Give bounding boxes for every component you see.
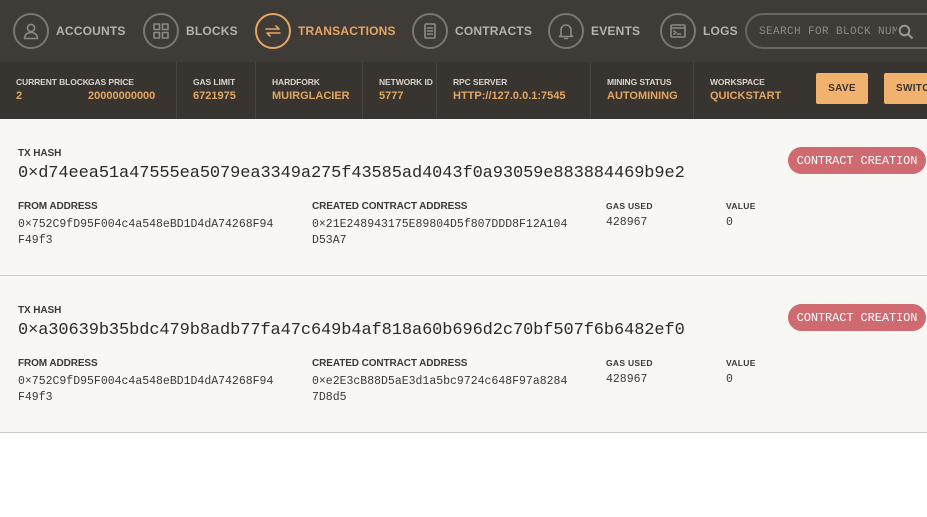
blocks-grid-icon xyxy=(143,13,179,49)
stat-hardfork-label: HARDFORK xyxy=(272,77,320,87)
document-icon xyxy=(412,13,448,49)
transaction-row[interactable]: TX HASH 0×d74eea51a47555ea5079ea3349a275… xyxy=(0,119,927,276)
nav-accounts-label: ACCOUNTS xyxy=(56,24,126,38)
divider xyxy=(176,62,177,119)
bell-icon xyxy=(548,13,584,49)
contract-creation-badge: CONTRACT CREATION xyxy=(788,147,926,174)
nav-contracts-label: CONTRACTS xyxy=(455,24,533,38)
stat-mining-status-label: MINING STATUS xyxy=(607,77,672,87)
divider xyxy=(436,62,437,119)
nav-transactions-label: TRANSACTIONS xyxy=(298,24,396,38)
value-label: VALUE xyxy=(726,358,756,368)
divider xyxy=(362,62,363,119)
created-contract-address-value: 0×21E248943175E89804D5f807DDD8F12A104 D5… xyxy=(312,218,568,247)
divider xyxy=(590,62,591,119)
stat-rpc-server: RPC SERVER HTTP://127.0.0.1:7545 xyxy=(453,77,566,117)
stat-hardfork-value: MUIRGLACIER xyxy=(272,90,350,102)
nav-logs[interactable]: LOGS xyxy=(660,13,738,49)
stat-gas-limit-value: 6721975 xyxy=(193,90,236,102)
divider xyxy=(255,62,256,119)
status-bar: CURRENT BLOCK 2 GAS PRICE 20000000000 GA… xyxy=(0,62,927,119)
stat-gas-price-label: GAS PRICE xyxy=(88,77,134,87)
created-contract-address-label: CREATED CONTRACT ADDRESS xyxy=(312,358,468,369)
search-input[interactable] xyxy=(759,23,897,40)
nav-blocks-label: BLOCKS xyxy=(186,24,238,38)
created-contract-address-value: 0×e2E3cB88D5aE3d1a5bc9724c648F97a8284 7D… xyxy=(312,375,568,404)
stat-network-id: NETWORK ID 5777 xyxy=(379,77,433,117)
nav-transactions[interactable]: TRANSACTIONS xyxy=(255,13,396,49)
divider xyxy=(693,62,694,119)
gas-used-value: 428967 xyxy=(606,373,648,386)
stat-workspace-value: QUICKSTART xyxy=(710,90,782,102)
nav-events-label: EVENTS xyxy=(591,24,641,38)
stat-workspace: WORKSPACE QUICKSTART xyxy=(710,77,781,117)
stat-mining-status: MINING STATUS AUTOMINING xyxy=(607,77,678,117)
stat-hardfork: HARDFORK MUIRGLACIER xyxy=(272,77,350,117)
from-address-label: FROM ADDRESS xyxy=(18,358,98,369)
nav-events[interactable]: EVENTS xyxy=(548,13,640,49)
stat-current-block-value: 2 xyxy=(16,90,23,102)
stat-workspace-label: WORKSPACE xyxy=(710,77,765,87)
from-address-label: FROM ADDRESS xyxy=(18,201,98,212)
stat-gas-price-value: 20000000000 xyxy=(88,90,156,102)
search-icon[interactable] xyxy=(898,24,914,40)
created-contract-address-label: CREATED CONTRACT ADDRESS xyxy=(312,201,468,212)
nav-blocks[interactable]: BLOCKS xyxy=(143,13,238,49)
gas-used-value: 428967 xyxy=(606,216,648,229)
stat-network-id-value: 5777 xyxy=(379,90,404,102)
nav-contracts[interactable]: CONTRACTS xyxy=(412,13,532,49)
transfer-arrows-icon xyxy=(255,13,291,49)
user-icon xyxy=(13,13,49,49)
value-value: 0 xyxy=(726,373,733,386)
tx-hash-label: TX HASH xyxy=(18,305,62,316)
contract-creation-badge: CONTRACT CREATION xyxy=(788,304,926,331)
gas-used-label: GAS USED xyxy=(606,201,653,211)
value-label: VALUE xyxy=(726,201,756,211)
stat-gas-limit: GAS LIMIT 6721975 xyxy=(193,77,236,117)
gas-used-label: GAS USED xyxy=(606,358,653,368)
search-box xyxy=(745,13,927,49)
stat-current-block: CURRENT BLOCK 2 xyxy=(16,77,89,117)
stat-network-id-label: NETWORK ID xyxy=(379,77,433,87)
tx-hash-value: 0×d74eea51a47555ea5079ea3349a275f43585ad… xyxy=(18,164,685,183)
stat-current-block-label: CURRENT BLOCK xyxy=(16,77,89,87)
from-address-value: 0×752C9fD95F004c4a548eBD1D4dA74268F94 F4… xyxy=(18,218,274,247)
stat-rpc-server-label: RPC SERVER xyxy=(453,77,508,87)
stat-gas-limit-label: GAS LIMIT xyxy=(193,77,236,87)
terminal-icon xyxy=(660,13,696,49)
stat-gas-price: GAS PRICE 20000000000 xyxy=(88,77,155,117)
stat-mining-status-value: AUTOMINING xyxy=(607,90,678,102)
stat-rpc-server-value: HTTP://127.0.0.1:7545 xyxy=(453,90,566,102)
nav-logs-label: LOGS xyxy=(703,24,738,38)
value-value: 0 xyxy=(726,216,733,229)
from-address-value: 0×752C9fD95F004c4a548eBD1D4dA74268F94 F4… xyxy=(18,375,274,404)
transaction-row[interactable]: TX HASH 0×a30639b35bdc479b8adb77fa47c649… xyxy=(0,276,927,433)
save-button[interactable]: SAVE xyxy=(816,73,868,104)
top-navigation: ACCOUNTS BLOCKS TRANSACTIONS CONTRACTS E… xyxy=(0,0,927,62)
switch-button[interactable]: SWITCH xyxy=(884,73,927,104)
tx-hash-value: 0×a30639b35bdc479b8adb77fa47c649b4af818a… xyxy=(18,321,685,340)
tx-hash-label: TX HASH xyxy=(18,148,62,159)
nav-accounts[interactable]: ACCOUNTS xyxy=(13,13,126,49)
